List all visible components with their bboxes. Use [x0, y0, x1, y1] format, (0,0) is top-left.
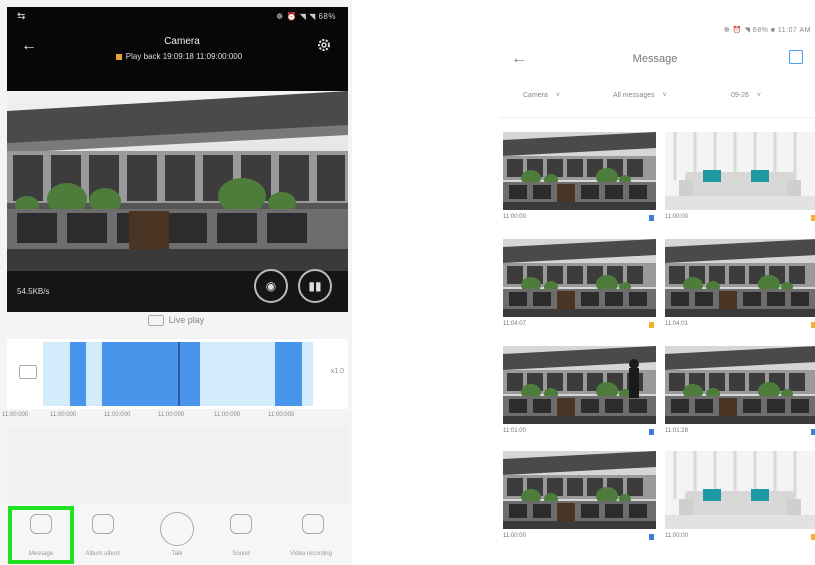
recorded-segment[interactable] — [70, 342, 87, 406]
playback-status: Play back 19:09:18 11:09:00:000 — [79, 52, 279, 61]
message-thumbnail[interactable] — [503, 451, 656, 529]
camera-title: Camera — [164, 36, 200, 47]
talk-button[interactable]: Talk — [144, 504, 210, 565]
record-icon — [302, 514, 324, 534]
playback-timeline[interactable]: x1.0 — [7, 339, 348, 409]
sound-button[interactable]: Sound — [208, 504, 274, 565]
filter-label: 09-26 — [731, 92, 749, 99]
message-time: 11:00:00 — [503, 214, 526, 220]
timeline-tick-label: 11:00:000 — [268, 412, 295, 418]
camera-icon: ◉ — [265, 279, 277, 293]
playback-text: Play back 19:09:18 11:09:00:000 — [125, 52, 243, 61]
message-time: 11:00:00 — [665, 533, 688, 539]
settings-gear-icon[interactable] — [316, 37, 332, 53]
page-title: Message — [632, 53, 678, 65]
motion-event-icon — [649, 215, 654, 221]
motion-event-icon — [649, 429, 654, 435]
record-button[interactable]: Video recording — [278, 504, 348, 565]
motion-event-icon — [649, 534, 654, 540]
message-time: 11:01:28 — [665, 428, 688, 434]
calendar-icon[interactable] — [19, 365, 37, 379]
message-thumbnail[interactable] — [503, 346, 656, 424]
playback-indicator-icon — [115, 53, 122, 60]
edit-icon[interactable] — [789, 50, 803, 64]
message-thumbnail[interactable] — [503, 132, 656, 210]
chevron-down-icon: ˅ — [555, 92, 560, 99]
status-bar-right: ☸ ⏰ ◥ ◥ 68% — [276, 12, 336, 21]
sound-label: Sound — [232, 551, 250, 557]
timeline-tick-label: 11:00:000 — [2, 412, 29, 418]
album-icon — [92, 514, 114, 534]
talk-icon — [160, 512, 194, 546]
camera-live-screen: ⇆ ☸ ⏰ ◥ ◥ 68% ← Camera Play back 19:09:1… — [0, 0, 352, 565]
status-bar: ☸ ⏰ ◥ 68% ■ 11:07 AM — [723, 27, 811, 34]
camera-video-feed[interactable]: 54.5KB/s ◉ ▮▮ — [7, 91, 348, 312]
selection-highlight — [8, 506, 74, 564]
recorded-segment[interactable] — [102, 342, 176, 406]
message-thumbnail[interactable] — [665, 346, 815, 424]
alert-event-icon — [811, 534, 815, 540]
live-play-link[interactable]: Live play — [0, 315, 352, 337]
record-label: Video recording — [290, 551, 332, 557]
message-time: 11:00:00 — [665, 214, 688, 220]
message-time: 11:01:00 — [503, 428, 526, 434]
message-time: 11:04:07 — [503, 321, 526, 327]
timeline-tick-label: 11:00:000 — [104, 412, 131, 418]
filter-dropdown[interactable]: All messages ˅ — [613, 92, 667, 99]
filter-dropdown[interactable]: Camera ˅ — [523, 92, 560, 99]
alert-event-icon — [811, 215, 815, 221]
divider — [499, 117, 815, 118]
back-arrow-icon[interactable]: ← — [21, 37, 39, 55]
message-thumbnail[interactable] — [665, 239, 815, 317]
timeline-zoom-level: x1.0 — [330, 368, 344, 375]
album-button[interactable]: Album album — [70, 504, 136, 565]
filter-label: All messages — [613, 92, 655, 99]
video-frame-image — [7, 91, 348, 312]
message-filters: Camera ˅ All messages ˅ 09-26 ˅ — [495, 90, 815, 106]
message-thumbnail[interactable] — [503, 239, 656, 317]
chevron-down-icon: ˅ — [662, 92, 667, 99]
screenshot-button[interactable]: ◉ — [254, 269, 288, 303]
sound-icon — [230, 514, 252, 534]
filter-label: Camera — [523, 92, 548, 99]
timeline-track[interactable] — [43, 342, 313, 406]
album-label: Album album — [85, 551, 121, 557]
message-time: 11:04:01 — [665, 321, 688, 327]
record-icon: ▮▮ — [308, 279, 322, 293]
camera-header: ⇆ ☸ ⏰ ◥ ◥ 68% ← Camera Play back 19:09:1… — [7, 7, 348, 91]
message-thumbnail[interactable] — [665, 451, 815, 529]
record-clip-button[interactable]: ▮▮ — [298, 269, 332, 303]
timeline-tick-label: 11:00:000 — [158, 412, 185, 418]
alert-event-icon — [649, 322, 654, 328]
message-time: 11:00:00 — [503, 533, 526, 539]
empty-panel — [7, 426, 348, 504]
timeline-tick-label: 11:00:000 — [50, 412, 77, 418]
status-bar-left: ⇆ — [17, 11, 26, 22]
message-list-screen: ☸ ⏰ ◥ 68% ■ 11:07 AM ← Message Camera ˅ Al… — [495, 0, 815, 565]
timeline-tick-labels: 11:00:000 11:00:000 11:00:000 11:00:000 11:0… — [0, 412, 352, 426]
message-thumbnail[interactable] — [665, 132, 815, 210]
back-arrow-icon[interactable]: ← — [511, 50, 527, 68]
filter-dropdown[interactable]: 09-26 ˅ — [731, 92, 761, 99]
live-play-label: Live play — [168, 315, 205, 325]
status-bar: ⇆ ☸ ⏰ ◥ ◥ 68% — [7, 7, 348, 29]
network-speed-text: 54.5KB/s — [17, 287, 50, 296]
chevron-down-icon: ˅ — [756, 92, 761, 99]
timeline-cursor[interactable] — [178, 342, 180, 406]
live-play-icon — [147, 315, 164, 327]
motion-event-icon — [811, 429, 815, 435]
talk-label: Talk — [171, 551, 183, 557]
recorded-segment[interactable] — [275, 342, 303, 406]
timeline-tick-label: 11:00:000 — [214, 412, 241, 418]
alert-event-icon — [811, 322, 815, 328]
